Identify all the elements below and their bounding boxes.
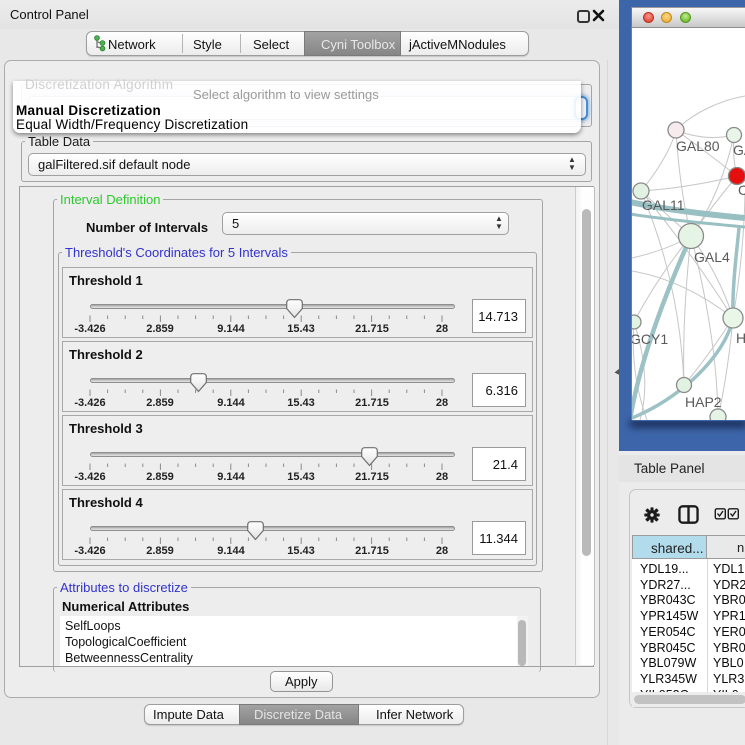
svg-text:GA: GA bbox=[733, 142, 745, 158]
svg-text:GAL4: GAL4 bbox=[694, 249, 730, 265]
svg-text:HAP2: HAP2 bbox=[685, 394, 722, 410]
svg-text:GAL11: GAL11 bbox=[642, 197, 685, 213]
svg-text:H: H bbox=[736, 330, 745, 346]
svg-text:GCY1: GCY1 bbox=[632, 331, 668, 347]
svg-text:GAL80: GAL80 bbox=[676, 138, 720, 154]
svg-text:C: C bbox=[738, 182, 745, 198]
